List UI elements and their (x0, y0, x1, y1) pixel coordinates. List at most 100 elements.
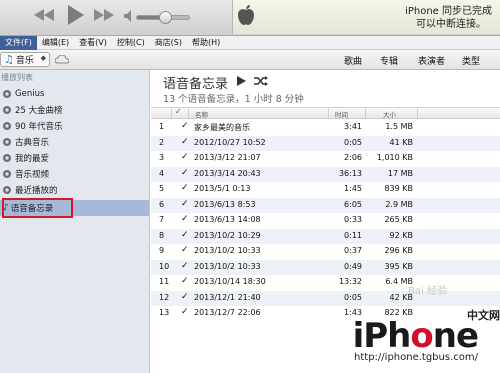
menu-edit[interactable]: 编辑(E) (37, 36, 74, 50)
row-number: 4 (159, 168, 165, 178)
play-icon[interactable] (237, 76, 246, 89)
sidebar-item-label: 我的最爱 (15, 154, 50, 164)
volume-knob[interactable] (159, 11, 172, 24)
play-icon[interactable] (66, 5, 84, 25)
row-name: 2013/12/7 22:06 (194, 308, 261, 317)
row-checkbox[interactable]: ✓ (181, 261, 189, 271)
table-row[interactable]: 1 ✓ 家乡最美的音乐 3:41 1.5 MB (151, 120, 500, 135)
table-row[interactable]: 5 ✓ 2013/5/1 0:13 1:45 839 KB (151, 182, 500, 197)
row-size: 1,010 KB (376, 153, 413, 162)
tab-artists[interactable]: 表演者 (418, 54, 445, 67)
row-checkbox[interactable]: ✓ (181, 276, 189, 286)
row-checkbox[interactable]: ✓ (181, 292, 189, 302)
player-bar: iPhone 同步已完成 可以中断连接。 (0, 0, 500, 36)
column-divider (417, 108, 418, 119)
table-row[interactable]: 8 ✓ 2013/10/2 10:29 0:11 92 KB (151, 228, 500, 244)
apple-logo-icon (237, 4, 255, 26)
table-row[interactable]: 11 ✓ 2013/10/14 18:30 13:32 6.4 MB (151, 275, 500, 290)
sidebar-section-header: 播放列表 (1, 73, 33, 82)
menu-file[interactable]: 文件(F) (0, 35, 37, 50)
sidebar-item-genius[interactable]: Genius (0, 86, 149, 102)
table-row[interactable]: 10 ✓ 2013/10/2 10:33 0:49 395 KB (151, 259, 500, 275)
menu-help[interactable]: 帮助(H) (187, 36, 225, 50)
tab-songs[interactable]: 歌曲 (344, 54, 362, 67)
sidebar-item-label: 最近播放的 (15, 186, 58, 196)
row-checkbox[interactable]: ✓ (181, 199, 189, 209)
sidebar-item-top25[interactable]: 25 大金曲榜 (0, 102, 149, 118)
table-row[interactable]: 2 ✓ 2012/10/27 10:52 0:05 41 KB (151, 135, 500, 151)
row-checkbox[interactable]: ✓ (181, 245, 189, 255)
table-row[interactable]: 3 ✓ 2013/3/12 21:07 2:06 1,010 KB (151, 151, 500, 166)
column-header-size[interactable]: 大小 (383, 109, 396, 119)
watermark-url: http://iphone.tgbus.com/ (354, 352, 478, 363)
row-duration: 36:13 (338, 168, 362, 178)
row-checkbox[interactable]: ✓ (181, 121, 189, 131)
row-size: 395 KB (384, 261, 413, 271)
row-name: 2013/10/2 10:33 (194, 246, 261, 255)
tab-genres[interactable]: 类型 (462, 54, 480, 67)
row-duration: 0:11 (344, 230, 362, 240)
menu-controls[interactable]: 控制(C) (112, 36, 150, 50)
row-duration: 0:05 (344, 292, 362, 302)
row-duration: 0:05 (344, 137, 362, 147)
cloud-icon[interactable] (54, 54, 70, 67)
column-header-name[interactable]: 名称 (195, 109, 208, 119)
table-row[interactable]: 7 ✓ 2013/6/13 14:08 0:33 265 KB (151, 213, 500, 228)
row-checkbox[interactable]: ✓ (181, 183, 189, 193)
sidebar-item-recently-played[interactable]: 最近播放的 (0, 182, 149, 198)
row-size: 17 MB (387, 168, 413, 178)
row-duration: 0:49 (344, 261, 362, 271)
previous-track-icon[interactable] (34, 9, 54, 21)
list-header: ✓ 名称 时间 大小 (151, 107, 500, 119)
logo-part: o (410, 316, 433, 356)
table-row[interactable]: 4 ✓ 2013/3/14 20:43 36:13 17 MB (151, 166, 500, 182)
row-checkbox[interactable]: ✓ (181, 230, 189, 240)
row-name: 2013/3/12 21:07 (194, 153, 261, 162)
status-display: iPhone 同步已完成 可以中断连接。 (232, 0, 500, 34)
menu-view[interactable]: 查看(V) (74, 36, 112, 50)
sidebar-item-music-videos[interactable]: 音乐视频 (0, 166, 149, 182)
table-row[interactable]: 6 ✓ 2013/6/13 8:53 6:05 2.9 MB (151, 197, 500, 213)
menu-store[interactable]: 商店(S) (150, 36, 187, 50)
shuffle-icon[interactable] (254, 76, 268, 89)
row-checkbox[interactable]: ✓ (181, 214, 189, 224)
column-header-time[interactable]: 时间 (335, 109, 348, 119)
sidebar-item-favorites[interactable]: 我的最爱 (0, 150, 149, 166)
row-number: 7 (159, 215, 165, 224)
library-source-label: 音乐 (15, 56, 34, 66)
row-name: 2013/6/13 14:08 (194, 215, 261, 224)
sidebar-item-label: 古典音乐 (15, 138, 50, 148)
row-number: 6 (159, 199, 165, 209)
table-row[interactable]: 9 ✓ 2013/10/2 10:33 0:37 296 KB (151, 244, 500, 259)
column-divider (188, 108, 189, 119)
sidebar-item-classical[interactable]: 古典音乐 (0, 134, 149, 150)
row-name: 2013/12/1 21:40 (194, 292, 261, 302)
library-toolbar: ♫ 音乐 ◆ 歌曲 专辑 表演者 类型 (0, 50, 500, 70)
library-source-select[interactable]: ♫ 音乐 ◆ (0, 52, 50, 67)
sidebar-item-90s[interactable]: 90 年代音乐 (0, 118, 149, 134)
row-checkbox[interactable]: ✓ (181, 152, 189, 162)
row-size: 2.9 MB (385, 199, 413, 209)
column-header-check[interactable]: ✓ (175, 107, 182, 116)
gear-icon (3, 186, 11, 194)
next-track-icon[interactable] (94, 9, 114, 21)
chevron-updown-icon: ◆ (40, 54, 46, 62)
iphone-logo: iPhone (353, 316, 479, 356)
row-number: 1 (159, 122, 165, 131)
row-number: 12 (159, 292, 170, 302)
row-duration: 0:37 (344, 246, 362, 255)
sidebar-item-label: 25 大金曲榜 (15, 106, 63, 116)
volume-slider[interactable] (136, 11, 190, 24)
page-title: 语音备忘录 (163, 77, 229, 92)
row-size: 92 KB (389, 230, 413, 240)
row-checkbox[interactable]: ✓ (181, 137, 189, 147)
row-name: 2013/10/2 10:33 (194, 261, 261, 271)
row-checkbox[interactable]: ✓ (181, 168, 189, 178)
gear-icon (3, 154, 11, 162)
row-size: 1.5 MB (385, 122, 413, 131)
row-checkbox[interactable]: ✓ (181, 307, 189, 317)
table-row[interactable]: 12 ✓ 2013/12/1 21:40 0:05 42 KB (151, 290, 500, 306)
gear-icon (3, 122, 11, 130)
tab-albums[interactable]: 专辑 (380, 54, 398, 67)
row-size: 839 KB (384, 184, 413, 193)
